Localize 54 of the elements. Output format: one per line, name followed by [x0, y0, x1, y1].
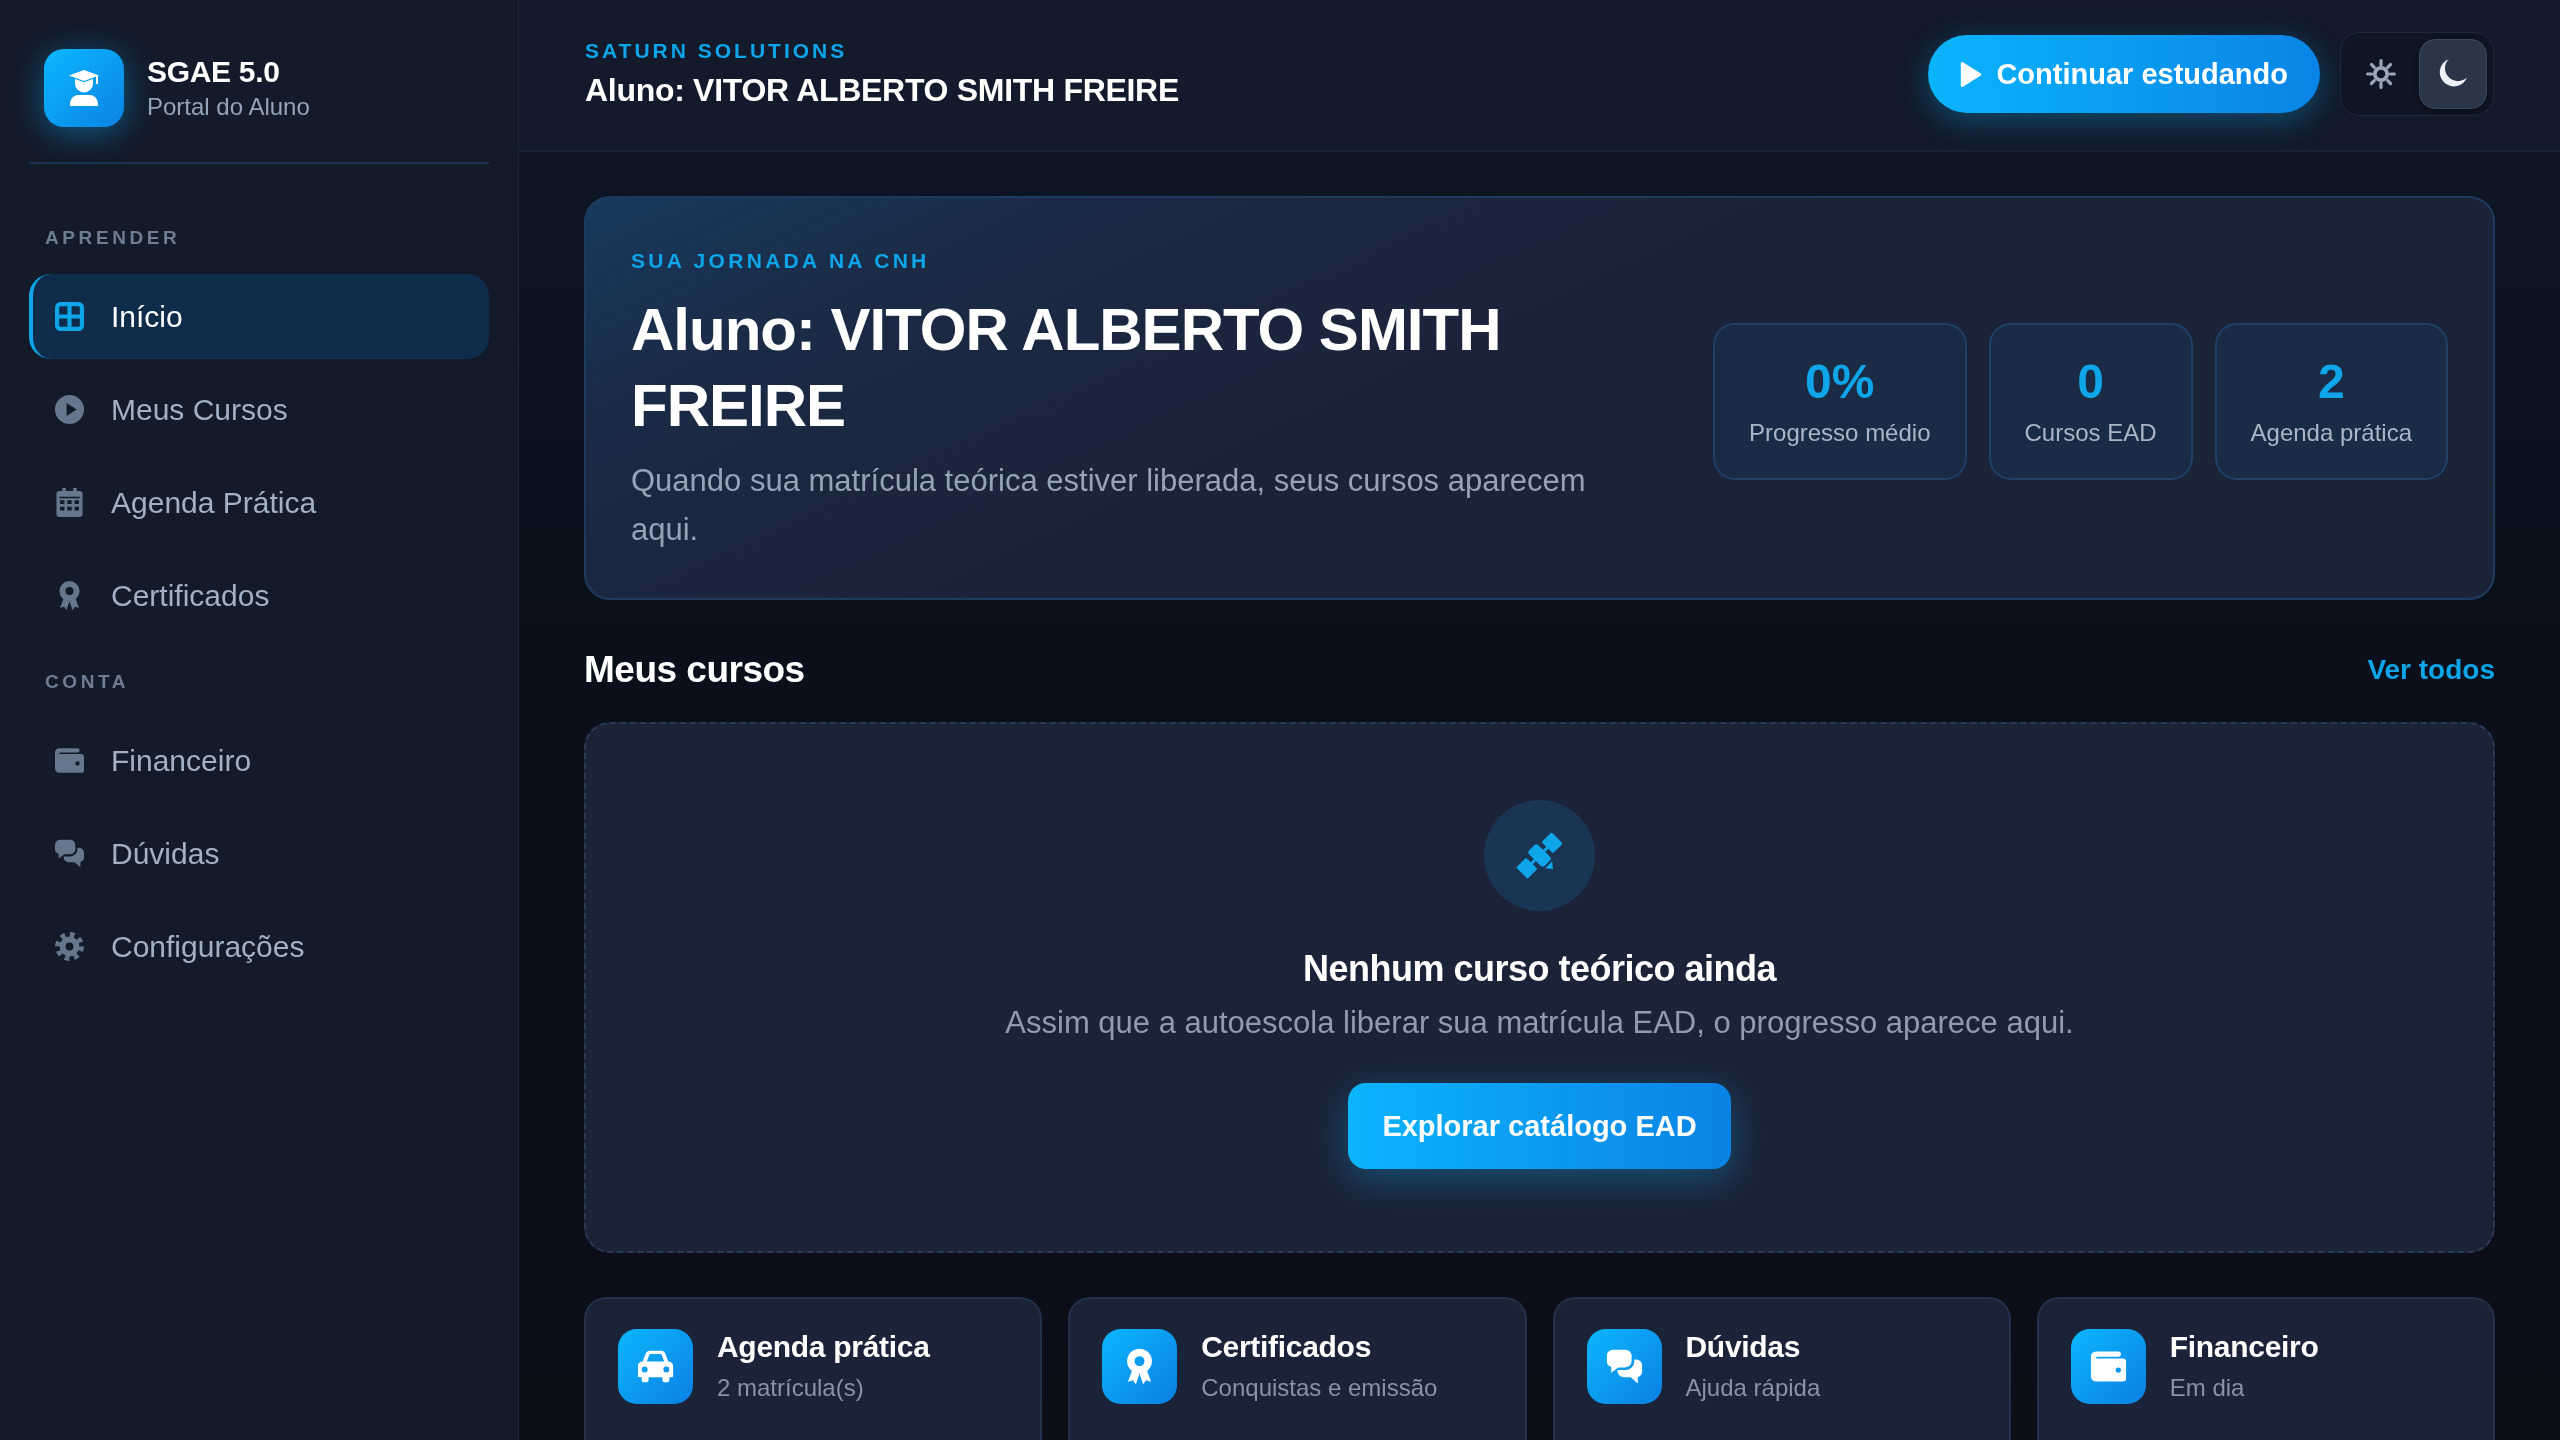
- hero-title: Aluno: VITOR ALBERTO SMITH FREIRE: [631, 295, 1502, 441]
- section-heading: APRENDER: [44, 226, 182, 250]
- shortcut-card[interactable]: Financeiro Em dia: [2036, 1297, 2495, 1440]
- hero-description: Quando sua matrícula teórica estiver liberada, seus cursos aparecem aqui.: [631, 462, 1587, 549]
- nav-item[interactable]: Agenda Prática: [29, 460, 489, 545]
- car-icon: [618, 1329, 693, 1404]
- stat-value: 0: [2077, 354, 2104, 410]
- hero-eyebrow: SUA JORNADA NA CNH: [631, 248, 931, 274]
- section-title: Meus cursos: [584, 649, 805, 691]
- brand-eyebrow: SATURN SOLUTIONS: [585, 38, 849, 64]
- stat-label: Agenda prática: [2250, 418, 2412, 448]
- shortcut-subtitle: Ajuda rápida: [1685, 1373, 1821, 1403]
- nav-item[interactable]: Dúvidas: [29, 811, 489, 896]
- page-title: Aluno: VITOR ALBERTO SMITH FREIRE: [585, 71, 1179, 110]
- section-heading: CONTA: [44, 670, 131, 694]
- shortcut-title: Agenda prática: [717, 1329, 930, 1365]
- view-all-link[interactable]: Ver todos: [2367, 654, 2495, 686]
- nav-item[interactable]: Financeiro: [29, 718, 489, 803]
- satellite-icon: [1484, 800, 1595, 911]
- shortcut-subtitle: Conquistas e emissão: [1201, 1373, 1438, 1403]
- grid-icon: [55, 302, 84, 331]
- shortcut-card[interactable]: Dúvidas Ajuda rápida: [1552, 1297, 2011, 1440]
- shortcut-card[interactable]: Certificados Conquistas e emissão: [1068, 1297, 1527, 1440]
- shortcut-title: Financeiro: [2169, 1329, 2319, 1365]
- wallet-icon: [55, 746, 84, 775]
- nav-item[interactable]: Início: [29, 274, 489, 359]
- brand-subtitle: Portal do Aluno: [147, 92, 310, 122]
- settings-icon: [55, 932, 84, 961]
- stat-value: 0%: [1805, 354, 1875, 410]
- shortcut-title: Certificados: [1201, 1329, 1373, 1365]
- shortcut-title: Dúvidas: [1685, 1329, 1802, 1365]
- brand-title: SGAE 5.0: [147, 54, 281, 90]
- shortcut-subtitle: 2 matrícula(s): [717, 1373, 865, 1403]
- nav-item[interactable]: Meus Cursos: [29, 367, 489, 452]
- shortcut-card[interactable]: Agenda prática 2 matrícula(s): [584, 1297, 1043, 1440]
- wallet-icon: [2070, 1329, 2146, 1404]
- calendar-icon: [55, 488, 84, 517]
- graduate-icon: [44, 49, 124, 127]
- shortcut-subtitle: Em dia: [2169, 1373, 2246, 1403]
- sun-icon: [2366, 59, 2396, 89]
- chat-icon: [55, 839, 84, 868]
- play-icon: [1960, 61, 1983, 87]
- play-icon: [55, 395, 84, 424]
- nav-item[interactable]: Certificados: [29, 553, 489, 638]
- award-icon: [1102, 1329, 1178, 1404]
- nav-item[interactable]: Configurações: [29, 904, 489, 989]
- dark-mode-button[interactable]: [2419, 39, 2487, 109]
- stat-label: Progresso médio: [1749, 418, 1931, 448]
- empty-state-description: Assim que a autoescola liberar sua matrícula EAD, o progresso aparece aqui.: [1005, 1004, 2074, 1042]
- stat-value: 2: [2317, 354, 2345, 410]
- chat-icon: [1586, 1329, 1662, 1404]
- stat-label: Cursos EAD: [2024, 418, 2157, 448]
- moon-icon: [2438, 59, 2468, 89]
- empty-state-title: Nenhum curso teórico ainda: [1302, 947, 1777, 991]
